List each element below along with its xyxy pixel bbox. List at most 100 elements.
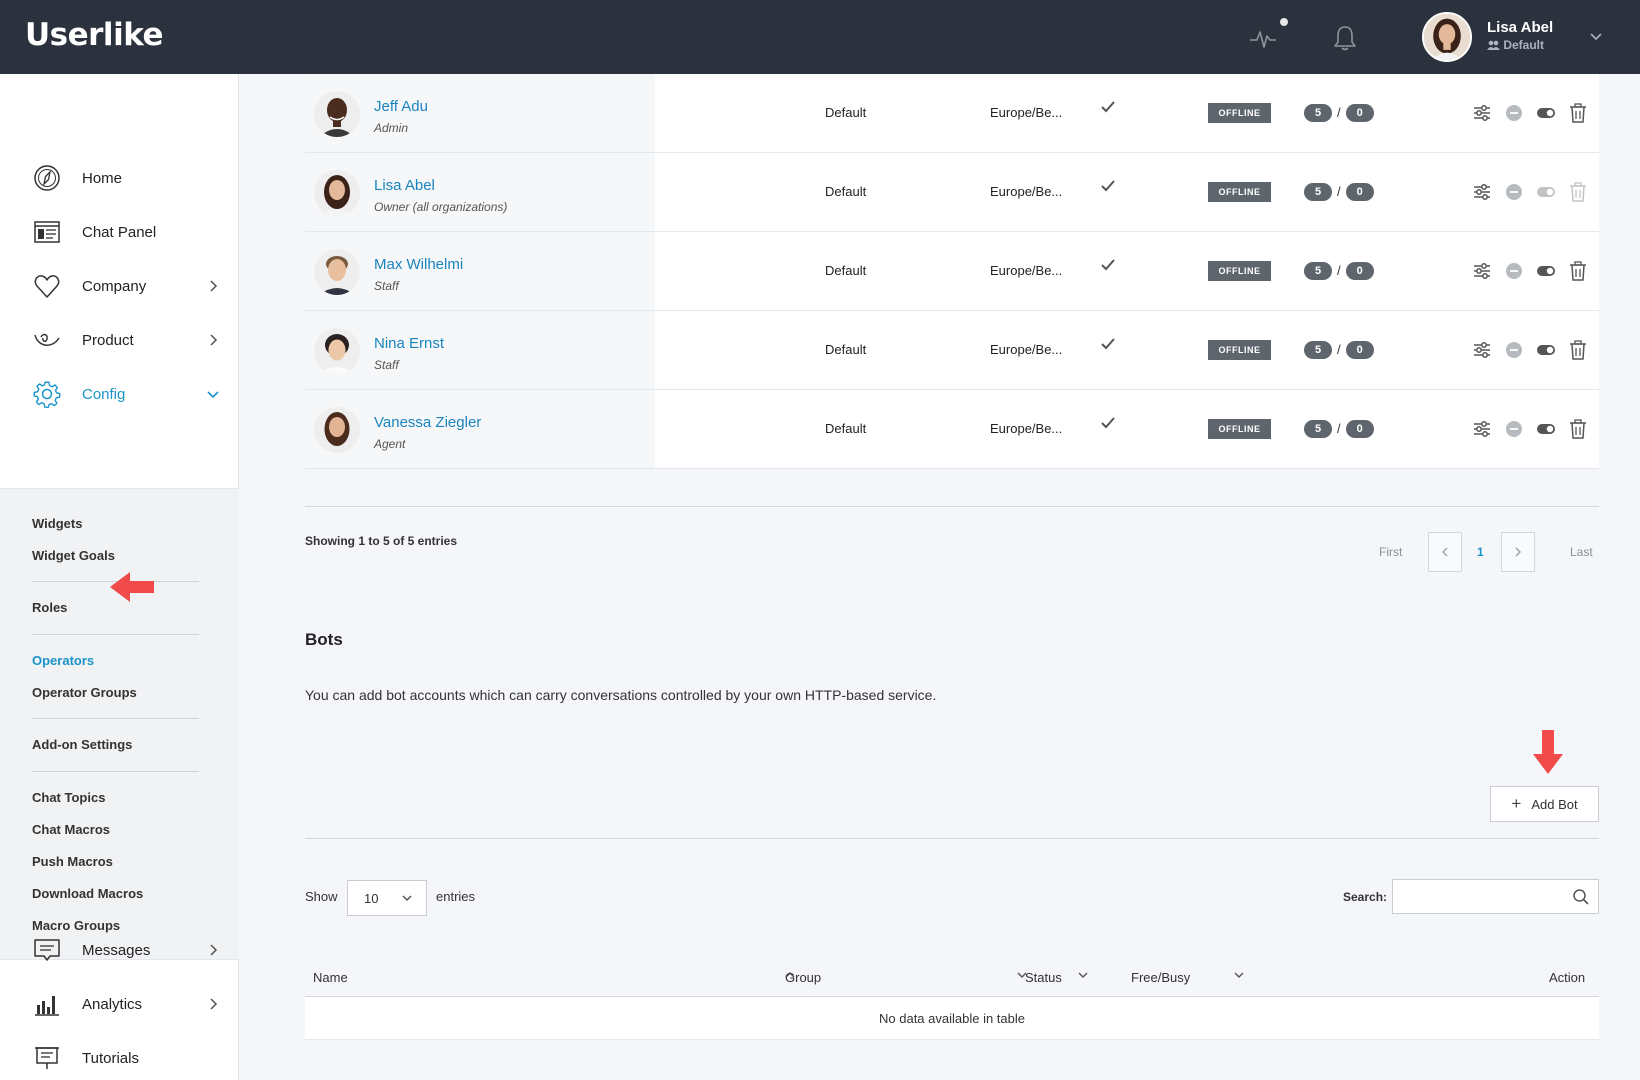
toggle-icon[interactable] — [1535, 102, 1557, 124]
operator-name-link[interactable]: Max Wilhelmi — [374, 256, 463, 273]
nav-tutorials[interactable]: Tutorials — [0, 1038, 239, 1078]
operator-name-cell: Nina Ernst Staff — [305, 311, 655, 389]
trash-icon[interactable] — [1567, 102, 1589, 124]
column-header-status[interactable]: Status — [1025, 970, 1062, 985]
search-icon[interactable] — [1572, 888, 1590, 906]
operator-role: Staff — [374, 358, 399, 372]
toggle-icon[interactable] — [1535, 339, 1557, 361]
check-icon — [1101, 338, 1115, 350]
nav-product[interactable]: Product — [0, 320, 239, 360]
settings-sliders-icon[interactable] — [1471, 102, 1493, 124]
nav-config-label: Config — [82, 385, 126, 403]
plus-icon: + — [1511, 794, 1522, 813]
nav-messages[interactable]: Messages — [0, 930, 239, 970]
check-icon — [1101, 101, 1115, 113]
nav-config[interactable]: Config — [0, 374, 239, 414]
capacity-current-pill: 0 — [1345, 103, 1374, 122]
submenu-chat-macros[interactable]: Chat Macros — [32, 822, 110, 837]
empty-table-message: No data available in table — [305, 997, 1599, 1040]
sort-down-icon[interactable] — [1233, 969, 1245, 981]
minus-circle-icon[interactable] — [1503, 418, 1525, 440]
table-divider — [305, 506, 1599, 507]
column-header-group[interactable]: Group — [785, 970, 821, 985]
operator-name-link[interactable]: Vanessa Ziegler — [374, 414, 481, 431]
trash-icon[interactable] — [1567, 339, 1589, 361]
operator-name-link[interactable]: Jeff Adu — [374, 98, 428, 115]
operator-name-link[interactable]: Nina Ernst — [374, 335, 444, 352]
nav-analytics[interactable]: Analytics — [0, 984, 239, 1024]
operator-group: Default — [825, 421, 867, 436]
nav-home[interactable]: Home — [0, 158, 239, 198]
check-icon — [1101, 180, 1115, 192]
annotation-arrow-down-icon — [1533, 730, 1563, 774]
entries-per-page-value: 10 — [364, 891, 379, 906]
submenu-push-macros[interactable]: Push Macros — [32, 854, 113, 869]
nav-product-label: Product — [82, 331, 134, 349]
check-icon — [1101, 417, 1115, 429]
activity-icon[interactable] — [1248, 22, 1280, 54]
column-header-name[interactable]: Name — [313, 970, 348, 985]
toggle-icon[interactable] — [1535, 260, 1557, 282]
chevron-right-icon — [210, 334, 218, 346]
user-group-label: Default — [1503, 38, 1545, 52]
operator-name-link[interactable]: Lisa Abel — [374, 177, 435, 194]
toggle-icon[interactable] — [1535, 418, 1557, 440]
column-header-free-busy[interactable]: Free/Busy — [1131, 970, 1190, 985]
chevron-down-icon[interactable] — [1588, 28, 1604, 44]
nav-company[interactable]: Company — [0, 266, 239, 306]
trash-icon[interactable] — [1567, 181, 1589, 203]
chevron-left-icon — [1442, 547, 1448, 557]
operator-name-cell: Lisa Abel Owner (all organizations) — [305, 153, 655, 231]
minus-circle-icon[interactable] — [1503, 339, 1525, 361]
pagination-last[interactable]: Last — [1570, 545, 1593, 559]
chat-capacity: 5/0 — [1304, 103, 1374, 122]
capacity-current-pill: 0 — [1345, 182, 1374, 201]
bell-icon[interactable] — [1329, 22, 1361, 54]
entries-label: entries — [436, 889, 476, 904]
gear-icon — [33, 381, 61, 409]
pagination-first[interactable]: First — [1379, 545, 1402, 559]
settings-sliders-icon[interactable] — [1471, 418, 1493, 440]
capacity-current-pill: 0 — [1345, 261, 1374, 280]
minus-circle-icon[interactable] — [1503, 102, 1525, 124]
config-submenu: Widgets Widget Goals Roles Operators Ope… — [0, 488, 239, 960]
user-avatar[interactable] — [1422, 12, 1472, 62]
sort-down-icon[interactable] — [1077, 969, 1089, 981]
search-box — [1392, 879, 1599, 914]
trash-icon[interactable] — [1567, 260, 1589, 282]
nav-chat-panel-label: Chat Panel — [82, 223, 157, 241]
submenu-operators[interactable]: Operators — [32, 653, 94, 668]
search-input[interactable] — [1393, 880, 1553, 913]
submenu-addon-settings[interactable]: Add-on Settings — [32, 737, 132, 752]
bots-description: You can add bot accounts which can carry… — [305, 687, 937, 703]
settings-sliders-icon[interactable] — [1471, 181, 1493, 203]
operator-name-cell: Max Wilhelmi Staff — [305, 232, 655, 310]
minus-circle-icon[interactable] — [1503, 260, 1525, 282]
chevron-right-icon — [210, 280, 218, 292]
submenu-operator-groups[interactable]: Operator Groups — [32, 685, 137, 700]
nav-chat-panel[interactable]: Chat Panel — [0, 212, 239, 252]
minus-circle-icon[interactable] — [1503, 181, 1525, 203]
toggle-icon[interactable] — [1535, 181, 1557, 203]
entries-per-page-select[interactable]: 10 — [347, 880, 427, 916]
pagination-prev-button[interactable] — [1428, 532, 1462, 572]
group-icon — [1487, 40, 1500, 50]
add-bot-button[interactable]: + Add Bot — [1490, 786, 1599, 822]
settings-sliders-icon[interactable] — [1471, 260, 1493, 282]
submenu-chat-topics[interactable]: Chat Topics — [32, 790, 105, 805]
operator-row: Lisa Abel Owner (all organizations) Defa… — [305, 153, 1599, 232]
section-divider — [305, 838, 1599, 839]
submenu-download-macros[interactable]: Download Macros — [32, 886, 143, 901]
nav-home-label: Home — [82, 169, 123, 187]
status-badge: OFFLINE — [1208, 103, 1271, 123]
pagination-next-button[interactable] — [1501, 532, 1535, 572]
capacity-max-pill: 5 — [1304, 261, 1332, 280]
pagination-page-current[interactable]: 1 — [1477, 545, 1484, 559]
submenu-widget-goals[interactable]: Widget Goals — [32, 548, 115, 563]
user-name[interactable]: Lisa Abel — [1487, 19, 1553, 36]
submenu-roles[interactable]: Roles — [32, 600, 67, 615]
settings-sliders-icon[interactable] — [1471, 339, 1493, 361]
submenu-widgets[interactable]: Widgets — [32, 516, 82, 531]
trash-icon[interactable] — [1567, 418, 1589, 440]
userlike-logo[interactable]: Userlike — [25, 17, 164, 53]
